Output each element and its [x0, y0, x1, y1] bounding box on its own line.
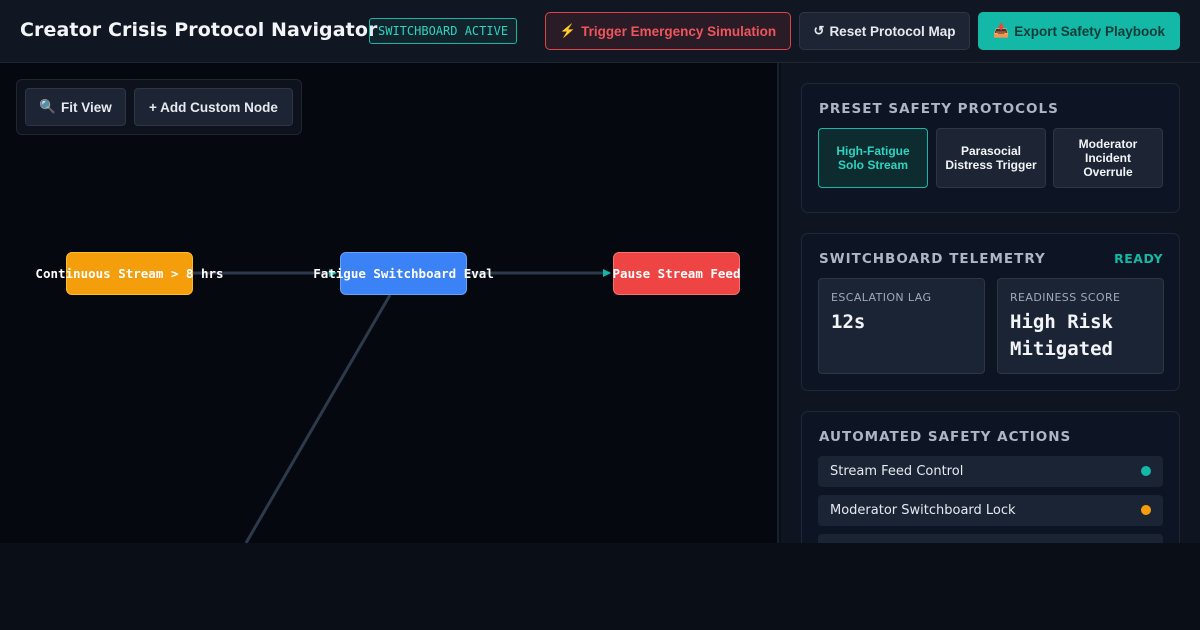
node-label: Fatigue Switchboard Eval [313, 266, 494, 281]
export-safety-playbook-button[interactable]: 📥 Export Safety Playbook [978, 12, 1180, 50]
action-label: Moderator Switchboard Lock [830, 503, 1016, 518]
status-badge: SWITCHBOARD ACTIVE [369, 18, 518, 44]
protocol-high-fatigue-button[interactable]: High-Fatigue Solo Stream [818, 128, 928, 188]
status-dot-icon [1141, 505, 1151, 515]
fit-view-label: Fit View [61, 99, 112, 115]
preset-protocols-card: PRESET SAFETY PROTOCOLS High-Fatigue Sol… [801, 83, 1180, 213]
node-label: Pause Stream Feed [612, 266, 741, 281]
protocol-parasocial-distress-button[interactable]: Parasocial Distress Trigger [936, 128, 1046, 188]
reset-button-label: Reset Protocol Map [829, 23, 956, 39]
metric-label: ESCALATION LAG [831, 291, 932, 304]
action-stream-feed-control[interactable]: Stream Feed Control [818, 456, 1163, 487]
metric-escalation-lag: ESCALATION LAG 12s [818, 278, 985, 374]
page-title: Creator Crisis Protocol Navigator [20, 19, 378, 41]
telemetry-status: READY [1114, 251, 1163, 266]
add-custom-node-button[interactable]: + Add Custom Node [134, 88, 293, 126]
status-dot-icon [1141, 466, 1151, 476]
card-title: PRESET SAFETY PROTOCOLS [819, 101, 1059, 117]
download-tray-icon: 📥 [993, 23, 1010, 38]
reset-icon: ↺ [813, 23, 825, 38]
flow-node-fatigue-eval[interactable]: Fatigue Switchboard Eval [313, 252, 494, 295]
edge-layer [193, 269, 611, 543]
action-item-partial[interactable] [818, 534, 1163, 543]
right-sidebar: PRESET SAFETY PROTOCOLS High-Fatigue Sol… [781, 63, 1200, 543]
telemetry-card: SWITCHBOARD TELEMETRY READY ESCALATION L… [801, 233, 1180, 391]
card-title: AUTOMATED SAFETY ACTIONS [819, 429, 1072, 445]
canvas-toolbar: 🔍 Fit View + Add Custom Node [16, 79, 302, 135]
metric-readiness-score: READINESS SCORE High Risk Mitigated [997, 278, 1164, 374]
app-header: Creator Crisis Protocol Navigator SWITCH… [0, 0, 1200, 63]
metric-value: 12s [831, 311, 866, 333]
fit-view-button[interactable]: 🔍 Fit View [25, 88, 126, 126]
lightning-icon: ⚡ [559, 23, 577, 38]
action-label: Stream Feed Control [830, 464, 964, 479]
trigger-button-label: Trigger Emergency Simulation [581, 23, 777, 39]
protocol-flow-canvas[interactable]: 🔍 Fit View + Add Custom Node Continuous … [0, 63, 779, 543]
node-label: Continuous Stream > 8 hrs [35, 266, 224, 281]
search-icon: 🔍 [39, 99, 57, 114]
protocol-moderator-overrule-button[interactable]: Moderator Incident Overrule [1053, 128, 1163, 188]
trigger-emergency-simulation-button[interactable]: ⚡ Trigger Emergency Simulation [545, 12, 791, 50]
metric-label: READINESS SCORE [1010, 291, 1121, 304]
metric-value: High Risk Mitigated [1010, 311, 1113, 360]
card-title: SWITCHBOARD TELEMETRY [819, 251, 1046, 267]
action-moderator-switchboard-lock[interactable]: Moderator Switchboard Lock [818, 495, 1163, 526]
safety-actions-card: AUTOMATED SAFETY ACTIONS Stream Feed Con… [801, 411, 1180, 543]
reset-protocol-map-button[interactable]: ↺ Reset Protocol Map [799, 12, 970, 50]
flow-node-pause-stream[interactable]: Pause Stream Feed [613, 252, 740, 295]
flow-node-continuous-stream[interactable]: Continuous Stream > 8 hrs [35, 252, 224, 295]
export-button-label: Export Safety Playbook [1014, 23, 1165, 39]
edge-eval-branch[interactable] [244, 294, 392, 543]
